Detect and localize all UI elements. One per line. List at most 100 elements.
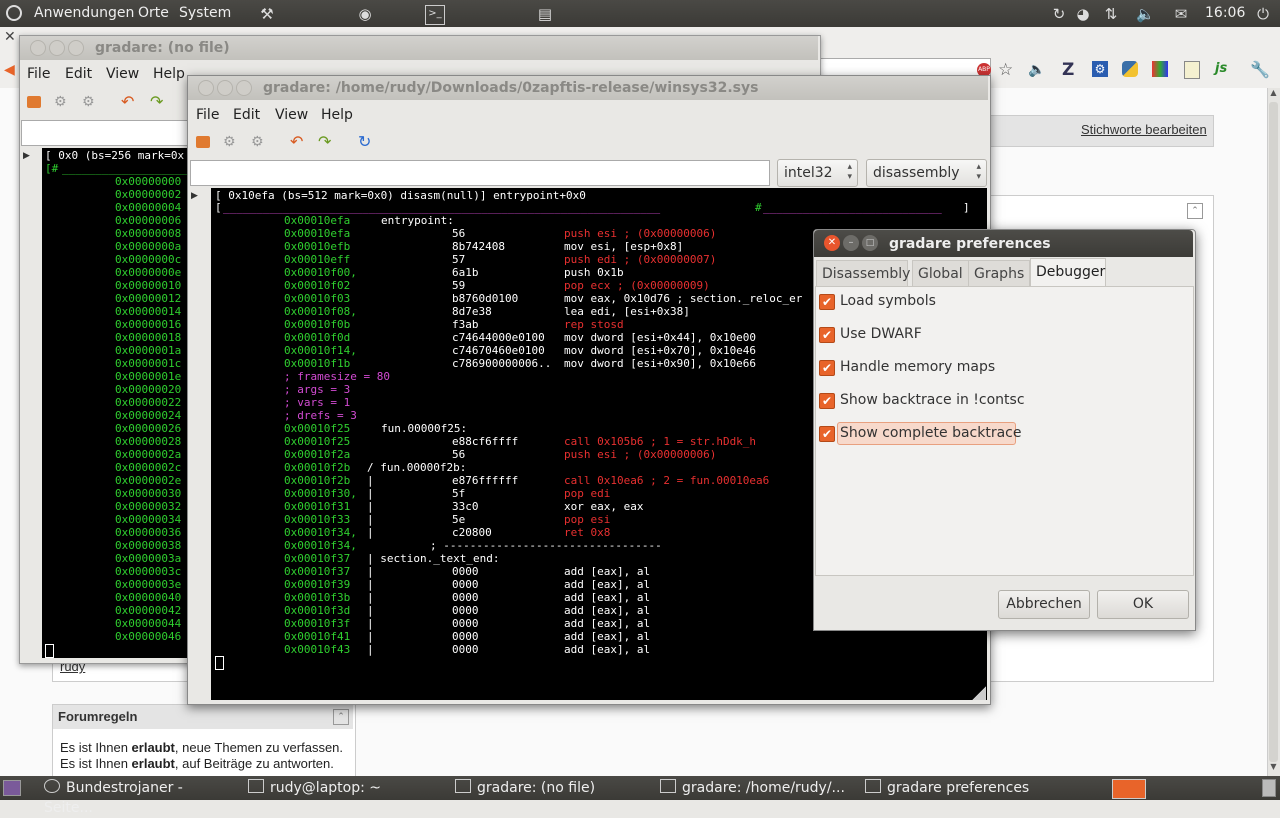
maximize-icon[interactable] bbox=[68, 40, 84, 56]
open-icon[interactable] bbox=[196, 136, 210, 148]
redo-icon[interactable]: ↷ bbox=[150, 92, 163, 111]
ok-button[interactable]: OK bbox=[1097, 590, 1189, 619]
speaker-ext-icon[interactable]: 🔈 bbox=[1028, 62, 1045, 78]
disasm-instruction: add [eax], al bbox=[564, 565, 651, 578]
close-icon[interactable] bbox=[198, 80, 214, 96]
zotero-icon[interactable]: Z bbox=[1062, 60, 1074, 80]
handle-memory-maps-checkbox[interactable]: ✔ bbox=[819, 360, 835, 376]
chromium-icon[interactable]: ◕ bbox=[1074, 5, 1092, 23]
show-complete-backtrace-checkbox[interactable]: ✔ bbox=[819, 426, 835, 442]
use-dwarf-label[interactable]: Use DWARF bbox=[840, 326, 922, 342]
menu-edit[interactable]: Edit bbox=[233, 107, 261, 123]
browser-back-icon[interactable]: ◀ bbox=[4, 62, 15, 78]
power-icon[interactable]: ⏻ bbox=[1254, 5, 1272, 23]
trash-icon[interactable] bbox=[1262, 779, 1276, 797]
color-ext-icon[interactable] bbox=[1152, 61, 1168, 77]
scroll-down-icon[interactable]: ▼ bbox=[1267, 762, 1280, 775]
maximize-icon[interactable] bbox=[236, 80, 252, 96]
expander-icon[interactable]: ▶ bbox=[191, 191, 198, 201]
tab-graphs[interactable]: Graphs bbox=[968, 260, 1030, 287]
stichworte-link[interactable]: Stichworte bearbeiten bbox=[1081, 122, 1207, 137]
terminal-back[interactable]: [ 0x0 (bs=256 mark=0x [# _______________… bbox=[42, 148, 192, 658]
maximize-icon[interactable]: □ bbox=[862, 235, 878, 251]
menu-orte[interactable]: Orte bbox=[138, 5, 169, 21]
browser-close-icon[interactable]: ✕ bbox=[4, 30, 18, 44]
minimize-icon[interactable] bbox=[49, 40, 65, 56]
close-icon[interactable]: ✕ bbox=[824, 235, 840, 251]
scroll-up-icon[interactable]: ▲ bbox=[1267, 88, 1280, 101]
forum-collapse-icon[interactable]: ⌃ bbox=[333, 709, 349, 725]
tools-icon[interactable]: ⚙ bbox=[223, 134, 236, 150]
gear-ext-icon[interactable]: ⚙ bbox=[1092, 61, 1108, 77]
cancel-button[interactable]: Abbrechen bbox=[998, 590, 1090, 619]
js-ext-icon[interactable]: js bbox=[1215, 61, 1227, 76]
disasm-address: 0x00010f08, bbox=[284, 305, 357, 318]
sync-icon[interactable]: ↻ bbox=[1050, 5, 1068, 23]
browser-launcher-icon[interactable]: ◉ bbox=[356, 5, 374, 23]
wrench-icon[interactable]: 🔧 bbox=[1250, 60, 1270, 79]
workspace-switcher[interactable] bbox=[1112, 779, 1146, 799]
show-complete-backtrace-label[interactable]: Show complete backtrace bbox=[840, 425, 1021, 441]
volume-icon[interactable]: 🔈 bbox=[1136, 5, 1155, 23]
use-dwarf-checkbox[interactable]: ✔ bbox=[819, 327, 835, 343]
clock[interactable]: 16:06 bbox=[1205, 5, 1245, 21]
task-preferences[interactable]: gradare preferences bbox=[865, 778, 1065, 798]
task-terminal[interactable]: rudy@laptop: ~ bbox=[248, 778, 438, 798]
menu-help[interactable]: Help bbox=[153, 66, 185, 82]
disasm-line[interactable]: 0x00010f41 | 0000 add [eax], al bbox=[211, 630, 981, 643]
arch-select[interactable]: intel32 ▴ ▾ bbox=[777, 159, 858, 187]
menu-edit[interactable]: Edit bbox=[65, 66, 93, 82]
scroll-thumb[interactable] bbox=[1269, 102, 1278, 762]
python-icon[interactable] bbox=[1122, 61, 1138, 77]
expander-icon[interactable]: ▶ bbox=[23, 151, 30, 161]
bookmark-star-icon[interactable]: ☆ bbox=[998, 60, 1013, 80]
settings-icon[interactable]: ⚙ bbox=[82, 94, 95, 110]
minimize-icon[interactable] bbox=[217, 80, 233, 96]
open-icon[interactable] bbox=[27, 96, 41, 108]
command-input[interactable] bbox=[190, 160, 770, 186]
menu-anwendungen[interactable]: Anwendungen bbox=[34, 5, 134, 21]
network-icon[interactable]: ⇅ bbox=[1102, 5, 1120, 23]
menu-view[interactable]: View bbox=[106, 66, 140, 82]
load-symbols-checkbox[interactable]: ✔ bbox=[819, 294, 835, 310]
handle-memory-maps-label[interactable]: Handle memory maps bbox=[840, 359, 995, 375]
task-gradare-main[interactable]: gradare: /home/rudy/... bbox=[660, 778, 850, 798]
show-backtrace-label[interactable]: Show backtrace in !contsc bbox=[840, 392, 1025, 408]
task-browser[interactable]: Bundestrojaner - Seite... bbox=[44, 778, 234, 816]
undo-icon[interactable]: ↶ bbox=[290, 132, 303, 151]
refresh-icon[interactable]: ↻ bbox=[358, 132, 371, 151]
menu-file[interactable]: File bbox=[27, 66, 51, 82]
disasm-label: | section._text_end: bbox=[367, 552, 500, 565]
resize-grip-icon[interactable] bbox=[972, 686, 986, 700]
menu-file[interactable]: File bbox=[196, 107, 220, 123]
settings-icon[interactable]: ⚙ bbox=[251, 134, 264, 150]
minimize-icon[interactable]: – bbox=[843, 235, 859, 251]
tab-disassembly[interactable]: Disassembly bbox=[816, 260, 910, 287]
collapse-icon[interactable]: ⌃ bbox=[1187, 203, 1203, 219]
menu-view[interactable]: View bbox=[275, 107, 309, 123]
command-input[interactable] bbox=[21, 120, 192, 146]
menu-system[interactable]: System bbox=[179, 5, 231, 21]
mode-select[interactable]: disassembly ▴ ▾ bbox=[866, 159, 987, 187]
hammer-launcher-icon[interactable]: ⚒ bbox=[258, 5, 276, 23]
mail-icon[interactable]: ✉ bbox=[1172, 5, 1190, 23]
tools-icon[interactable]: ⚙ bbox=[54, 94, 67, 110]
disasm-address: 0x00010f2b bbox=[284, 461, 351, 474]
tab-debugger[interactable]: Debugger bbox=[1030, 258, 1106, 287]
menu-help[interactable]: Help bbox=[321, 107, 353, 123]
redo-icon[interactable]: ↷ bbox=[318, 132, 331, 151]
terminal-launcher-icon[interactable]: >_ bbox=[425, 5, 445, 25]
load-symbols-label[interactable]: Load symbols bbox=[840, 293, 936, 309]
show-backtrace-checkbox[interactable]: ✔ bbox=[819, 393, 835, 409]
disasm-line[interactable]: 0x00010f43 | 0000 add [eax], al bbox=[211, 643, 981, 656]
undo-icon[interactable]: ↶ bbox=[121, 92, 134, 111]
show-desktop-icon[interactable] bbox=[3, 780, 21, 796]
ubuntu-logo-icon[interactable] bbox=[6, 5, 22, 21]
monitor-launcher-icon[interactable]: ▤ bbox=[536, 5, 554, 23]
close-icon[interactable] bbox=[30, 40, 46, 56]
forum-rules-title: Forumregeln bbox=[58, 709, 138, 724]
notepad-ext-icon[interactable] bbox=[1184, 61, 1200, 79]
disasm-line[interactable]: 0x00010efa entrypoint: bbox=[211, 214, 981, 227]
task-gradare-nofile[interactable]: gradare: (no file) bbox=[455, 778, 645, 798]
tab-global[interactable]: Global bbox=[912, 260, 976, 287]
